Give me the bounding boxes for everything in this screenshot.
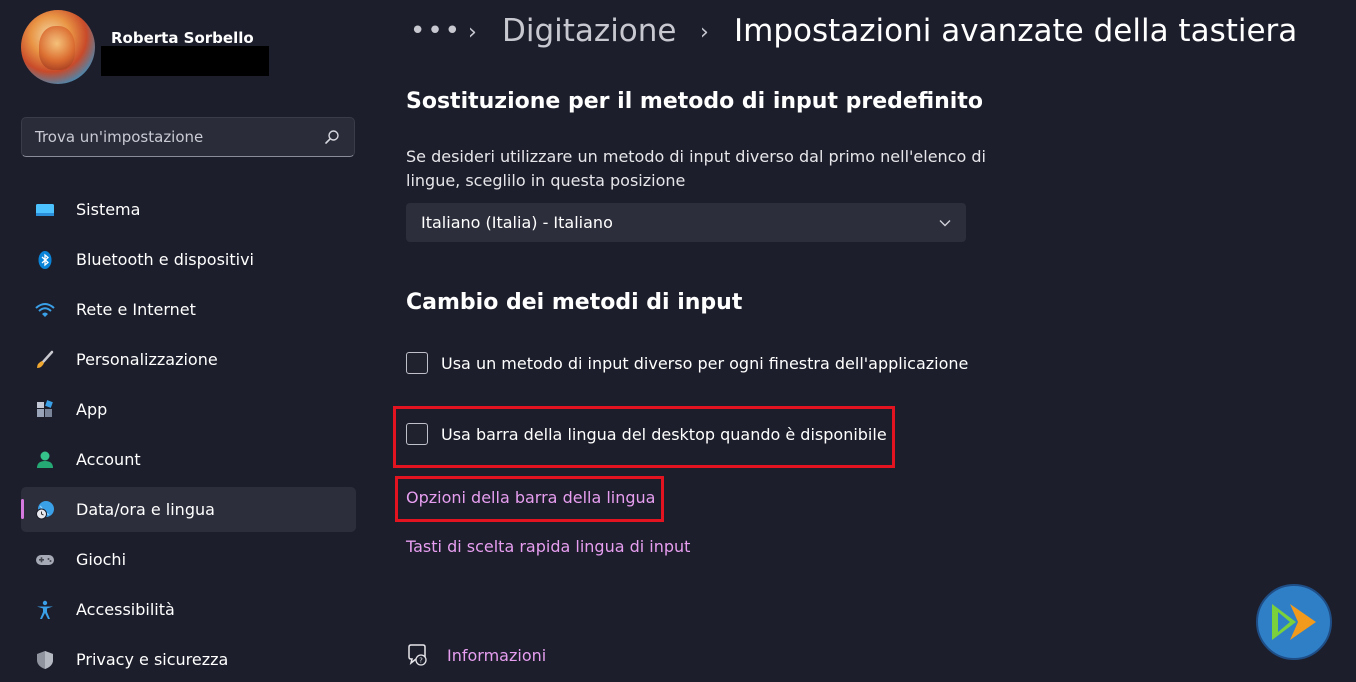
language-bar-options-link[interactable]: Opzioni della barra della lingua [406,488,655,507]
bluetooth-icon [38,251,52,269]
search-icon [325,130,339,144]
svg-text:?: ? [419,657,423,665]
shield-icon [37,651,53,669]
switching-section-title: Cambio dei metodi di input [406,290,743,315]
breadcrumb-more-button[interactable]: ••• [410,16,462,46]
desktop-language-bar-checkbox[interactable] [406,423,428,445]
apps-icon [37,400,53,417]
person-icon [37,451,53,468]
override-description: Se desideri utilizzare un metodo di inpu… [406,147,986,190]
sidebar-item-label: Giochi [76,550,127,569]
sidebar-item-label: Rete e Internet [76,300,196,319]
accessibility-icon [37,600,53,619]
sidebar-item-label: Privacy e sicurezza [76,650,229,669]
override-section-title: Sostituzione per il metodo di input pred… [406,89,983,114]
sidebar-item-accessibilita[interactable]: Accessibilità [21,587,356,632]
channel-logo-badge [1256,584,1332,660]
search-placeholder: Trova un'impostazione [35,128,204,146]
wifi-icon [35,303,55,317]
sidebar-item-bluetooth[interactable]: Bluetooth e dispositivi [21,237,356,282]
breadcrumb-parent-link[interactable]: Digitazione [502,13,677,49]
sidebar-item-privacy[interactable]: Privacy e sicurezza [21,637,356,682]
sidebar-item-label: Account [76,450,141,469]
gamepad-icon [36,555,54,565]
sidebar-item-label: Sistema [76,200,141,219]
sidebar-item-label: App [76,400,108,419]
sidebar-item-personalizzazione[interactable]: Personalizzazione [21,337,356,382]
globe-clock-icon [36,501,54,520]
sidebar-item-label: Bluetooth e dispositivi [76,250,254,269]
sidebar-item-label: Accessibilità [76,600,175,619]
help-link[interactable]: Informazioni [447,646,546,665]
per-window-input-checkbox[interactable] [406,352,428,374]
redacted-email [101,46,269,76]
monitor-icon [36,204,54,216]
search-input[interactable]: Trova un'impostazione [21,117,355,157]
sidebar: Roberta Sorbello Trova un'impostazione S… [0,0,375,680]
dropdown-selected-value: Italiano (Italia) - Italiano [421,213,613,232]
sidebar-item-giochi[interactable]: Giochi [21,537,356,582]
sidebar-item-rete[interactable]: Rete e Internet [21,287,356,332]
brush-icon [37,350,54,368]
help-chat-icon: ? [408,644,427,666]
breadcrumb-separator: › [468,20,477,45]
sidebar-item-app[interactable]: App [21,387,356,432]
input-method-dropdown[interactable]: Italiano (Italia) - Italiano [406,203,966,242]
checkbox-label: Usa un metodo di input diverso per ogni … [441,354,969,373]
avatar[interactable] [21,10,95,84]
sidebar-item-data-ora-lingua[interactable]: Data/ora e lingua [21,487,356,532]
sidebar-item-label: Data/ora e lingua [76,500,215,519]
sidebar-item-label: Personalizzazione [76,350,218,369]
user-name: Roberta Sorbello [111,29,254,47]
checkbox-label: Usa barra della lingua del desktop quand… [441,425,887,444]
chevron-down-icon [939,220,951,227]
sidebar-item-account[interactable]: Account [21,437,356,482]
breadcrumb-separator: › [700,20,709,45]
input-language-hotkeys-link[interactable]: Tasti di scelta rapida lingua di input [406,537,690,556]
page-title: Impostazioni avanzate della tastiera [734,13,1298,49]
sidebar-item-sistema[interactable]: Sistema [21,187,356,232]
